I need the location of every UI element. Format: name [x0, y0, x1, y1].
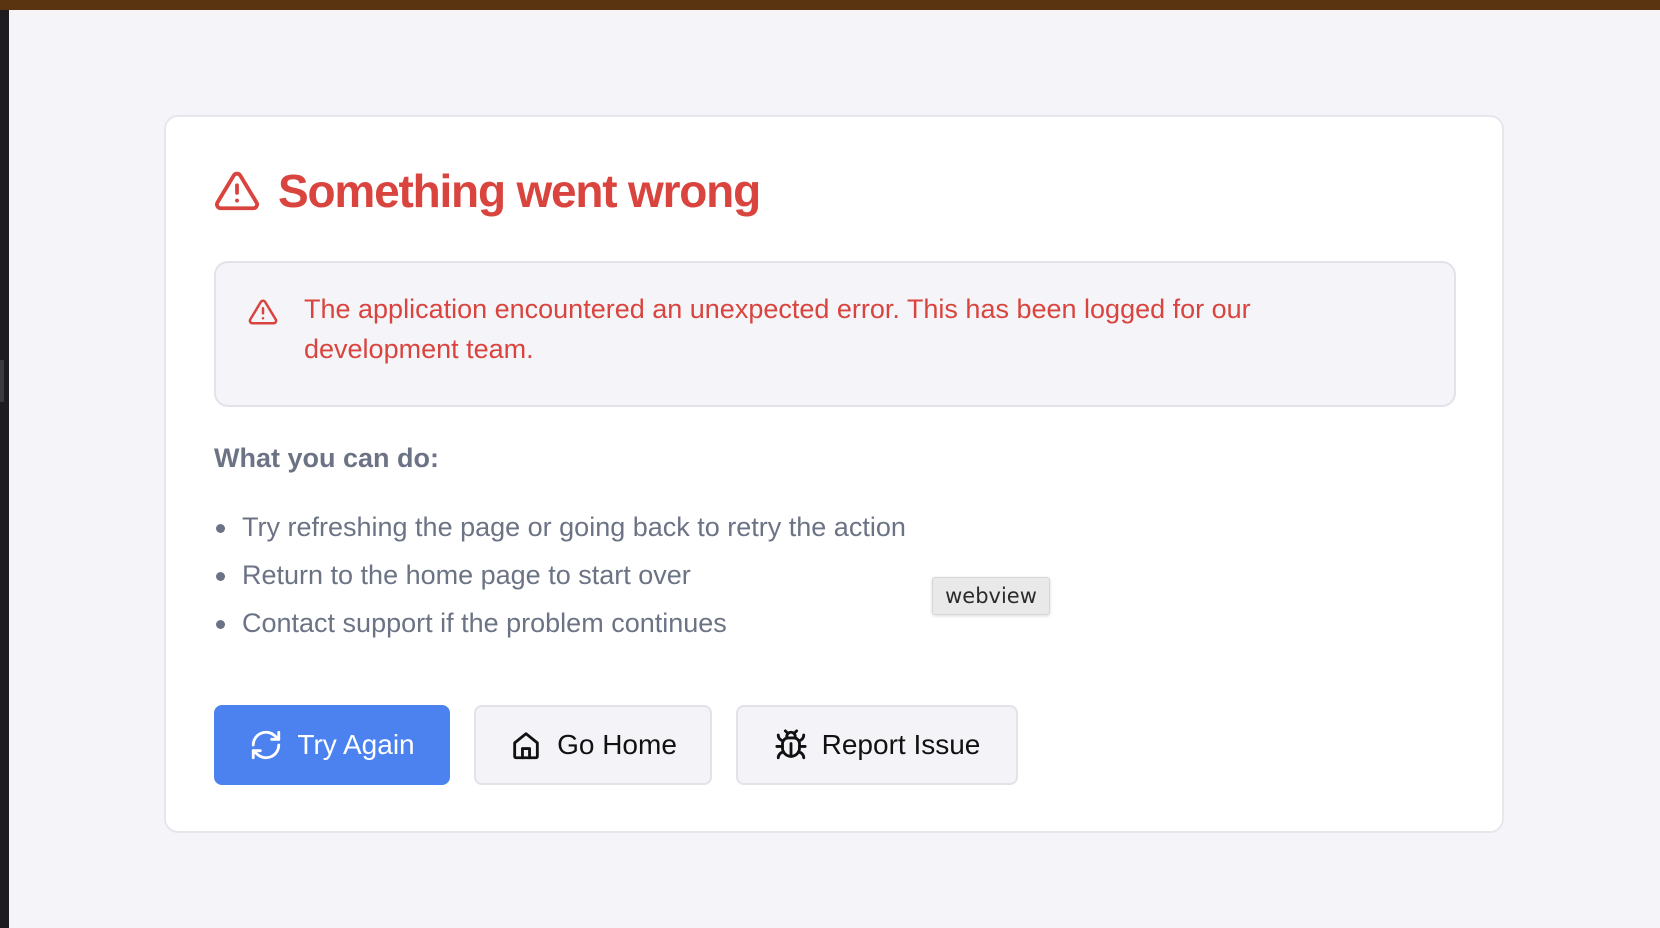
error-alert: The application encountered an unexpecte…: [214, 261, 1456, 407]
try-again-button[interactable]: Try Again: [214, 705, 450, 785]
try-again-label: Try Again: [297, 729, 415, 760]
list-item: Return to the home page to start over: [214, 551, 906, 599]
bug-icon: [774, 728, 808, 762]
window-left-edge: [0, 10, 9, 928]
report-issue-button[interactable]: Report Issue: [736, 705, 1018, 785]
refresh-icon: [249, 728, 283, 762]
error-title-row: Something went wrong: [214, 163, 761, 219]
edge-handle: [0, 360, 4, 402]
error-message: The application encountered an unexpecte…: [304, 294, 1251, 364]
suggestions-list: Try refreshing the page or going back to…: [214, 503, 906, 647]
list-item: Try refreshing the page or going back to…: [214, 503, 906, 551]
go-home-button[interactable]: Go Home: [474, 705, 712, 785]
warning-triangle-icon: [248, 297, 278, 327]
page-title: Something went wrong: [278, 165, 761, 217]
go-home-label: Go Home: [557, 729, 677, 760]
home-icon: [509, 728, 543, 762]
list-item: Contact support if the problem continues: [214, 599, 906, 647]
report-issue-label: Report Issue: [821, 729, 981, 760]
warning-triangle-icon: [214, 168, 260, 214]
error-card: Something went wrong The application enc…: [164, 115, 1504, 833]
suggestions-heading: What you can do:: [214, 443, 439, 473]
window-top-bar: [0, 0, 1660, 10]
webview-tooltip: webview: [932, 577, 1050, 615]
